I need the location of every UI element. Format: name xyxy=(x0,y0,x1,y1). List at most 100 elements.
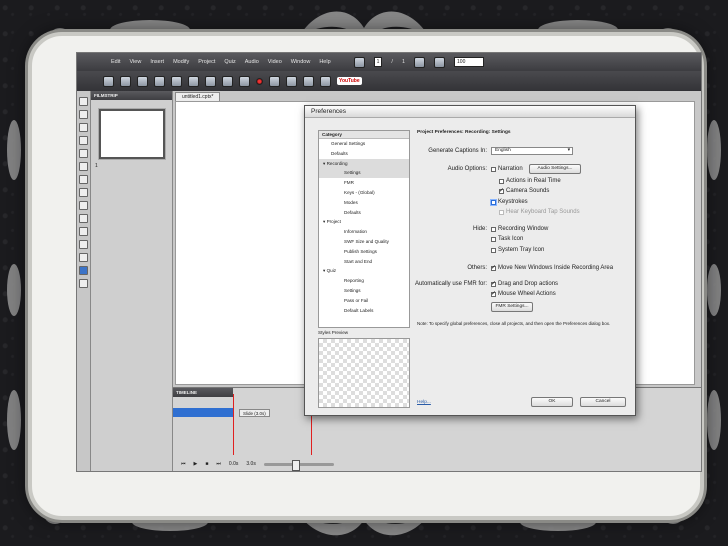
menu-audio[interactable]: Audio xyxy=(245,59,259,65)
zoom-select[interactable]: 100 xyxy=(454,57,485,67)
keystrokes-option[interactable]: Keystrokes xyxy=(491,199,528,205)
timeline-playhead[interactable] xyxy=(233,394,234,455)
import-icon[interactable] xyxy=(154,75,165,87)
category-item[interactable]: Pass or Fail xyxy=(319,296,409,306)
category-item[interactable]: Publish Settings xyxy=(319,247,409,257)
actions-real-time-checkbox[interactable] xyxy=(499,178,504,184)
task-icon-label: Task Icon xyxy=(498,236,524,242)
preview-icon[interactable] xyxy=(269,75,280,87)
menu-project[interactable]: Project xyxy=(198,59,215,65)
actions-real-time-option[interactable]: Actions in Real Time xyxy=(499,178,561,184)
video-icon[interactable] xyxy=(320,75,331,87)
category-item[interactable]: ▾ Quiz xyxy=(319,266,409,276)
document-tab[interactable]: untitled1.cptx* xyxy=(175,92,221,101)
fill-color-icon[interactable] xyxy=(79,266,88,275)
camera-sounds-checkbox[interactable] xyxy=(499,187,504,194)
stop-icon[interactable]: ■ xyxy=(205,461,208,467)
animation-tool-icon[interactable] xyxy=(79,201,88,210)
move-new-windows-option[interactable]: Move New Windows Inside Recording Area xyxy=(491,264,613,271)
fast-forward-icon[interactable]: ⏭ xyxy=(216,461,221,467)
redo-icon[interactable] xyxy=(239,75,250,87)
narration-checkbox[interactable] xyxy=(491,166,496,172)
menu-quiz[interactable]: Quiz xyxy=(224,59,235,65)
slide-thumbnail[interactable] xyxy=(99,109,165,159)
timeline-zoom-slider[interactable] xyxy=(263,459,334,471)
menu-video[interactable]: Video xyxy=(268,59,282,65)
system-tray-icon-option[interactable]: System Tray Icon xyxy=(491,247,544,253)
current-slide-field[interactable]: 1 xyxy=(373,57,383,67)
category-item[interactable]: Settings xyxy=(319,286,409,296)
keystrokes-checkbox[interactable] xyxy=(491,199,496,205)
save-icon[interactable] xyxy=(137,75,148,87)
category-item[interactable]: Defaults xyxy=(319,208,409,218)
recording-window-checkbox[interactable] xyxy=(491,226,496,232)
category-item[interactable]: Modes xyxy=(319,198,409,208)
rollover-tool-icon[interactable] xyxy=(79,123,88,132)
menu-view[interactable]: View xyxy=(129,59,141,65)
pen-tool-icon[interactable] xyxy=(79,253,88,262)
delete-icon[interactable] xyxy=(205,75,216,87)
menu-help[interactable]: Help xyxy=(319,59,330,65)
camera-sounds-option[interactable]: Camera Sounds xyxy=(499,187,549,194)
play-icon[interactable]: ▶ xyxy=(194,461,198,467)
menu-insert[interactable]: Insert xyxy=(150,59,164,65)
task-icon-option[interactable]: Task Icon xyxy=(491,236,523,242)
menu-edit[interactable]: Edit xyxy=(111,59,120,65)
mouse-tool-icon[interactable] xyxy=(79,227,88,236)
category-item[interactable]: Reporting xyxy=(319,276,409,286)
rewind-icon[interactable]: ⏮ xyxy=(181,461,186,467)
category-item[interactable]: ▾ Recording xyxy=(319,158,409,169)
publish-icon[interactable] xyxy=(286,75,297,87)
click-box-tool-icon[interactable] xyxy=(79,149,88,158)
paste-icon[interactable] xyxy=(188,75,199,87)
line-tool-icon[interactable] xyxy=(79,240,88,249)
timeline-slide-bar[interactable]: Slide (3.0s) xyxy=(239,409,270,417)
stroke-color-icon[interactable] xyxy=(79,279,88,288)
narration-option[interactable]: Narration xyxy=(491,166,523,172)
zoom-tool-icon[interactable] xyxy=(79,214,88,223)
drag-drop-option[interactable]: Drag and Drop actions xyxy=(491,280,558,287)
timeline-selected-row[interactable] xyxy=(173,408,233,417)
category-item[interactable]: ▾ Project xyxy=(319,217,409,227)
task-icon-checkbox[interactable] xyxy=(491,236,496,242)
help-link[interactable]: Help... xyxy=(417,400,431,405)
category-item[interactable]: Defaults xyxy=(319,149,409,159)
button-tool-icon[interactable] xyxy=(79,162,88,171)
audio-icon[interactable] xyxy=(303,75,314,87)
caption-tool-icon[interactable] xyxy=(79,110,88,119)
record-icon[interactable] xyxy=(256,77,263,85)
category-item[interactable]: Keys - (Global) xyxy=(319,188,409,198)
captions-language-select[interactable]: English ▾ xyxy=(491,147,573,155)
mouse-wheel-checkbox[interactable] xyxy=(491,290,496,297)
audio-settings-button[interactable]: Audio Settings... xyxy=(529,164,581,174)
monitor-icon[interactable] xyxy=(414,56,426,68)
youtube-icon[interactable]: YouTube xyxy=(337,77,362,85)
open-icon[interactable] xyxy=(120,75,131,87)
ok-button[interactable]: OK xyxy=(531,397,573,407)
recording-window-option[interactable]: Recording Window xyxy=(491,226,548,232)
category-item[interactable]: Information xyxy=(319,227,409,237)
highlight-tool-icon[interactable] xyxy=(79,136,88,145)
fmr-settings-button[interactable]: FMR Settings... xyxy=(491,302,533,312)
grid-icon[interactable] xyxy=(353,56,365,68)
text-entry-tool-icon[interactable] xyxy=(79,175,88,184)
new-icon[interactable] xyxy=(103,75,114,87)
select-tool-icon[interactable] xyxy=(79,97,88,106)
undo-icon[interactable] xyxy=(222,75,233,87)
system-tray-icon-checkbox[interactable] xyxy=(491,247,496,253)
mouse-wheel-option[interactable]: Mouse Wheel Actions xyxy=(491,290,556,297)
layout-icon[interactable] xyxy=(434,56,446,68)
category-item[interactable]: Start and End xyxy=(319,257,409,267)
image-tool-icon[interactable] xyxy=(79,188,88,197)
move-new-windows-checkbox[interactable] xyxy=(491,264,496,271)
category-item[interactable]: General Settings xyxy=(319,139,409,149)
menu-window[interactable]: Window xyxy=(291,59,311,65)
category-item[interactable]: SWF Size and Quality xyxy=(319,237,409,247)
category-item[interactable]: Default Labels xyxy=(319,306,409,316)
cancel-button[interactable]: Cancel xyxy=(580,397,626,407)
drag-drop-checkbox[interactable] xyxy=(491,280,496,287)
menu-modify[interactable]: Modify xyxy=(173,59,189,65)
category-item[interactable]: Settings xyxy=(319,168,409,179)
copy-icon[interactable] xyxy=(171,75,182,87)
category-item[interactable]: FMR xyxy=(319,178,409,188)
